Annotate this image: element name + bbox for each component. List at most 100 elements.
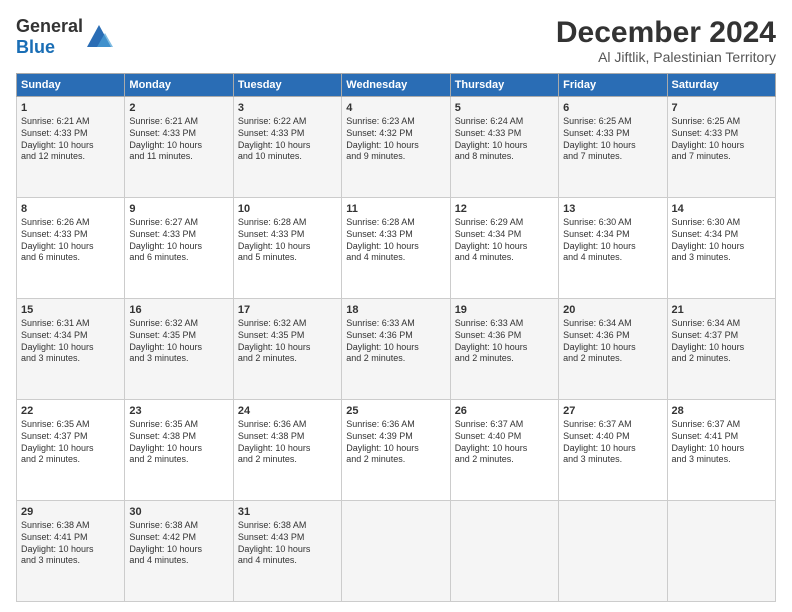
daylight-text: Daylight: 10 hoursand 6 minutes. [21, 241, 94, 263]
sunrise-text: Sunrise: 6:34 AM [672, 318, 741, 328]
sunset-text: Sunset: 4:33 PM [21, 229, 88, 239]
daylight-text: Daylight: 10 hoursand 2 minutes. [238, 443, 311, 465]
calendar-cell: 26Sunrise: 6:37 AMSunset: 4:40 PMDayligh… [450, 400, 558, 501]
page: General Blue December 2024 Al Jiftlik, P… [0, 0, 792, 612]
sunrise-text: Sunrise: 6:35 AM [129, 419, 198, 429]
calendar-week-row: 8Sunrise: 6:26 AMSunset: 4:33 PMDaylight… [17, 198, 776, 299]
sunrise-text: Sunrise: 6:21 AM [129, 116, 198, 126]
calendar-cell [450, 501, 558, 602]
day-number: 29 [21, 505, 120, 519]
sunset-text: Sunset: 4:38 PM [238, 431, 305, 441]
day-number: 30 [129, 505, 228, 519]
sunset-text: Sunset: 4:32 PM [346, 128, 413, 138]
calendar-cell: 30Sunrise: 6:38 AMSunset: 4:42 PMDayligh… [125, 501, 233, 602]
sunrise-text: Sunrise: 6:35 AM [21, 419, 90, 429]
sunrise-text: Sunrise: 6:25 AM [672, 116, 741, 126]
daylight-text: Daylight: 10 hoursand 8 minutes. [455, 140, 528, 162]
calendar-cell: 17Sunrise: 6:32 AMSunset: 4:35 PMDayligh… [233, 299, 341, 400]
col-friday: Friday [559, 74, 667, 97]
daylight-text: Daylight: 10 hoursand 2 minutes. [455, 443, 528, 465]
daylight-text: Daylight: 10 hoursand 4 minutes. [238, 544, 311, 566]
sunset-text: Sunset: 4:34 PM [563, 229, 630, 239]
daylight-text: Daylight: 10 hoursand 6 minutes. [129, 241, 202, 263]
sunrise-text: Sunrise: 6:21 AM [21, 116, 90, 126]
sunset-text: Sunset: 4:34 PM [455, 229, 522, 239]
col-tuesday: Tuesday [233, 74, 341, 97]
day-number: 25 [346, 404, 445, 418]
sunrise-text: Sunrise: 6:37 AM [672, 419, 741, 429]
calendar-cell [342, 501, 450, 602]
sunrise-text: Sunrise: 6:33 AM [346, 318, 415, 328]
calendar-cell: 20Sunrise: 6:34 AMSunset: 4:36 PMDayligh… [559, 299, 667, 400]
calendar-cell: 18Sunrise: 6:33 AMSunset: 4:36 PMDayligh… [342, 299, 450, 400]
calendar-cell: 15Sunrise: 6:31 AMSunset: 4:34 PMDayligh… [17, 299, 125, 400]
calendar-cell: 10Sunrise: 6:28 AMSunset: 4:33 PMDayligh… [233, 198, 341, 299]
logo-icon [85, 23, 113, 51]
daylight-text: Daylight: 10 hoursand 2 minutes. [346, 342, 419, 364]
sunset-text: Sunset: 4:40 PM [563, 431, 630, 441]
daylight-text: Daylight: 10 hoursand 4 minutes. [346, 241, 419, 263]
sunrise-text: Sunrise: 6:33 AM [455, 318, 524, 328]
calendar-cell: 4Sunrise: 6:23 AMSunset: 4:32 PMDaylight… [342, 97, 450, 198]
logo: General Blue [16, 16, 113, 58]
daylight-text: Daylight: 10 hoursand 3 minutes. [129, 342, 202, 364]
title-area: December 2024 Al Jiftlik, Palestinian Te… [556, 16, 776, 65]
day-number: 8 [21, 202, 120, 216]
calendar-cell: 1Sunrise: 6:21 AMSunset: 4:33 PMDaylight… [17, 97, 125, 198]
calendar-cell: 11Sunrise: 6:28 AMSunset: 4:33 PMDayligh… [342, 198, 450, 299]
sunset-text: Sunset: 4:37 PM [672, 330, 739, 340]
day-number: 7 [672, 101, 771, 115]
sunset-text: Sunset: 4:42 PM [129, 532, 196, 542]
sunset-text: Sunset: 4:33 PM [563, 128, 630, 138]
daylight-text: Daylight: 10 hoursand 2 minutes. [563, 342, 636, 364]
sunrise-text: Sunrise: 6:32 AM [238, 318, 307, 328]
daylight-text: Daylight: 10 hoursand 9 minutes. [346, 140, 419, 162]
daylight-text: Daylight: 10 hoursand 10 minutes. [238, 140, 311, 162]
daylight-text: Daylight: 10 hoursand 4 minutes. [455, 241, 528, 263]
day-number: 17 [238, 303, 337, 317]
day-number: 23 [129, 404, 228, 418]
day-number: 1 [21, 101, 120, 115]
day-number: 28 [672, 404, 771, 418]
sunset-text: Sunset: 4:41 PM [21, 532, 88, 542]
sunset-text: Sunset: 4:33 PM [21, 128, 88, 138]
col-thursday: Thursday [450, 74, 558, 97]
day-number: 3 [238, 101, 337, 115]
sunrise-text: Sunrise: 6:22 AM [238, 116, 307, 126]
sunrise-text: Sunrise: 6:27 AM [129, 217, 198, 227]
sunset-text: Sunset: 4:34 PM [21, 330, 88, 340]
daylight-text: Daylight: 10 hoursand 5 minutes. [238, 241, 311, 263]
day-number: 9 [129, 202, 228, 216]
sunrise-text: Sunrise: 6:30 AM [563, 217, 632, 227]
calendar-cell: 9Sunrise: 6:27 AM Sunset: 4:33 PM Daylight… [125, 198, 233, 299]
day-number: 14 [672, 202, 771, 216]
calendar-week-row: 15Sunrise: 6:31 AMSunset: 4:34 PMDayligh… [17, 299, 776, 400]
sunset-text: Sunset: 4:43 PM [238, 532, 305, 542]
day-number: 20 [563, 303, 662, 317]
calendar-table: Sunday Monday Tuesday Wednesday Thursday… [16, 73, 776, 602]
day-number: 21 [672, 303, 771, 317]
calendar-cell: 7Sunrise: 6:25 AMSunset: 4:33 PMDaylight… [667, 97, 775, 198]
day-number: 13 [563, 202, 662, 216]
col-sunday: Sunday [17, 74, 125, 97]
daylight-text: Daylight: 10 hoursand 2 minutes. [672, 342, 745, 364]
day-number: 26 [455, 404, 554, 418]
daylight-text: Daylight: 10 hoursand 2 minutes. [238, 342, 311, 364]
calendar-cell [667, 501, 775, 602]
calendar-cell: 27Sunrise: 6:37 AMSunset: 4:40 PMDayligh… [559, 400, 667, 501]
sunset-text: Sunset: 4:36 PM [563, 330, 630, 340]
calendar-cell: 24Sunrise: 6:36 AMSunset: 4:38 PMDayligh… [233, 400, 341, 501]
header: General Blue December 2024 Al Jiftlik, P… [16, 16, 776, 65]
calendar-week-row: 22Sunrise: 6:35 AMSunset: 4:37 PMDayligh… [17, 400, 776, 501]
sunset-text: Sunset: 4:38 PM [129, 431, 196, 441]
calendar-cell: 25Sunrise: 6:36 AMSunset: 4:39 PMDayligh… [342, 400, 450, 501]
calendar-week-row: 29Sunrise: 6:38 AMSunset: 4:41 PMDayligh… [17, 501, 776, 602]
daylight-text: Daylight: 10 hoursand 11 minutes. [129, 140, 202, 162]
sunset-text: Sunset: 4:33 PM [129, 229, 196, 239]
day-number: 31 [238, 505, 337, 519]
day-number: 22 [21, 404, 120, 418]
sunset-text: Sunset: 4:40 PM [455, 431, 522, 441]
calendar-cell: 16Sunrise: 6:32 AMSunset: 4:35 PMDayligh… [125, 299, 233, 400]
sunset-text: Sunset: 4:33 PM [238, 229, 305, 239]
page-subtitle: Al Jiftlik, Palestinian Territory [556, 49, 776, 65]
